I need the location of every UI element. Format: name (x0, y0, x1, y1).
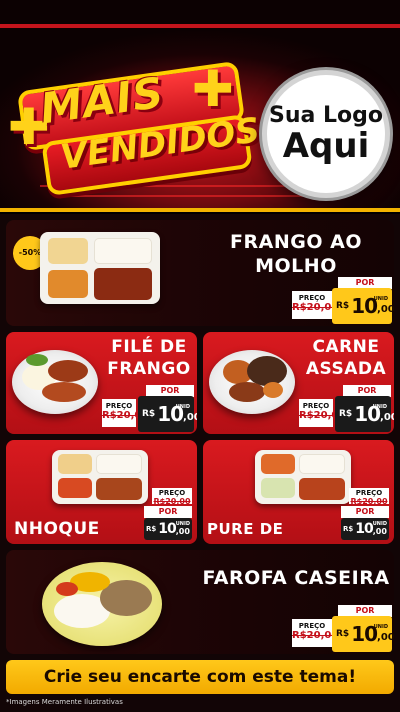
product-name: CARNE ASSADA (301, 336, 391, 380)
current-price: R$ 10 ,00 UNID (335, 396, 394, 432)
product-card-frango-ao-molho[interactable]: -50% FRANGO AO MOLHO POR PREÇO R$20,00 R… (6, 220, 394, 326)
price-int: 10 (158, 521, 177, 537)
old-price: PREÇO R$20,00 (102, 399, 149, 427)
product-name-line1: FILÉ DE (111, 337, 187, 357)
price-int: 10 (355, 521, 374, 537)
price-cents: ,00 (183, 412, 197, 423)
unit-label: UNID (175, 404, 190, 410)
nhoque-image (52, 450, 148, 506)
price-tag: POR PREÇO R$20,00 R$ 10 ,00 UNID (102, 385, 197, 432)
currency: R$ (146, 525, 157, 533)
cta-banner[interactable]: Crie seu encarte com este tema! (6, 660, 394, 694)
current-price: R$ 10 ,00 UNID (144, 518, 192, 540)
price-cents: ,00 (175, 526, 190, 536)
product-name: FRANGO AO MOLHO (216, 230, 376, 278)
preco-label: PREÇO (302, 402, 330, 410)
pure-de-batata-image (255, 450, 351, 506)
product-card-farofa-caseira[interactable]: FAROFA CASEIRA POR PREÇO R$20,00 R$ 10 ,… (6, 550, 394, 654)
unit-label: UNID (175, 521, 190, 527)
preco-label: PREÇO (355, 489, 383, 497)
product-name-line2: MOLHO (255, 255, 337, 277)
current-price: R$ 10 ,00 UNID (332, 616, 394, 652)
currency: R$ (336, 301, 350, 311)
currency: R$ (343, 525, 354, 533)
unit-label: UNID (373, 624, 388, 630)
floor-line (70, 195, 330, 197)
current-price: R$ 10 ,00 UNID (332, 288, 394, 324)
preco-label: PREÇO (298, 622, 326, 630)
por-label: POR (341, 506, 389, 518)
old-price: PREÇO R$20,00 (152, 488, 192, 506)
price-tag: POR PREÇO R$20,00 R$ 10 ,00 UNID (299, 385, 394, 432)
product-name-line1: CARNE (312, 337, 380, 357)
product-name-line2: FRANGO (107, 359, 191, 379)
old-price-value: R$20,00 (350, 497, 388, 506)
preco-label: PREÇO (105, 402, 133, 410)
disclaimer: *Imagens Meramente Ilustrativas (6, 698, 123, 706)
product-name: FILÉ DE FRANGO (104, 336, 194, 380)
product-name-line2: ASSADA (305, 359, 387, 379)
file-de-frango-image (12, 346, 98, 416)
old-price: PREÇO R$20,00 (299, 399, 346, 427)
farofa-caseira-image (42, 558, 162, 648)
product-card-nhoque[interactable]: NHOQUE PREÇO R$20,00 POR R$ 10 ,00 UNID (6, 440, 197, 544)
frango-ao-molho-image (40, 232, 160, 312)
old-price-value: R$20,00 (102, 410, 149, 421)
currency: R$ (339, 409, 353, 419)
old-price: PREÇO R$20,00 (349, 488, 389, 506)
header: ✚ ✚ MAIS VENDIDOS Sua Logo Aqui (0, 0, 400, 212)
logo-line2: Aqui (282, 126, 370, 166)
price-cents: ,00 (380, 412, 394, 423)
unit-label: UNID (372, 521, 387, 527)
currency: R$ (142, 409, 156, 419)
unit-label: UNID (372, 404, 387, 410)
product-card-carne-assada[interactable]: CARNE ASSADA POR PREÇO R$20,00 R$ 10 ,00… (203, 332, 394, 434)
price-cents: ,00 (377, 304, 394, 315)
old-price: PREÇO R$20,00 (292, 619, 339, 647)
unit-label: UNID (373, 296, 388, 302)
current-price: R$ 10 ,00 UNID (138, 396, 197, 432)
old-price-value: R$20,00 (153, 497, 191, 506)
currency: R$ (336, 629, 350, 639)
logo-line1: Sua Logo (268, 103, 383, 128)
logo-placeholder[interactable]: Sua Logo Aqui (262, 70, 390, 198)
price-tag: PREÇO R$20,00 POR R$ 10 ,00 UNID (341, 488, 389, 540)
preco-label: PREÇO (298, 294, 326, 302)
plus-icon: ✚ (192, 60, 234, 118)
carne-assada-image (209, 346, 295, 416)
product-card-file-de-frango[interactable]: FILÉ DE FRANGO POR PREÇO R$20,00 R$ 10 ,… (6, 332, 197, 434)
old-price-value: R$20,00 (299, 410, 346, 421)
price-tag: POR PREÇO R$20,00 R$ 10 ,00 UNID (292, 277, 394, 324)
stage-stripe (0, 24, 400, 28)
product-name: FAROFA CASEIRA (202, 567, 390, 589)
price-cents: ,00 (372, 526, 387, 536)
product-name-line1: FRANGO AO (230, 231, 362, 253)
current-price: R$ 10 ,00 UNID (341, 518, 389, 540)
price-tag: PREÇO R$20,00 POR R$ 10 ,00 UNID (144, 488, 192, 540)
old-price-value: R$20,00 (292, 302, 339, 313)
product-name: NHOQUE (14, 519, 100, 539)
por-label: POR (144, 506, 192, 518)
product-name: PURE DE BATATA (207, 520, 284, 544)
price-cents: ,00 (377, 632, 394, 643)
old-price-value: R$20,00 (292, 630, 339, 641)
price-tag: POR PREÇO R$20,00 R$ 10 ,00 UNID (292, 605, 394, 652)
preco-label: PREÇO (158, 489, 186, 497)
old-price: PREÇO R$20,00 (292, 291, 339, 319)
product-card-pure-de-batata[interactable]: PURE DE BATATA PREÇO R$20,00 POR R$ 10 ,… (203, 440, 394, 544)
header-border (0, 208, 400, 212)
